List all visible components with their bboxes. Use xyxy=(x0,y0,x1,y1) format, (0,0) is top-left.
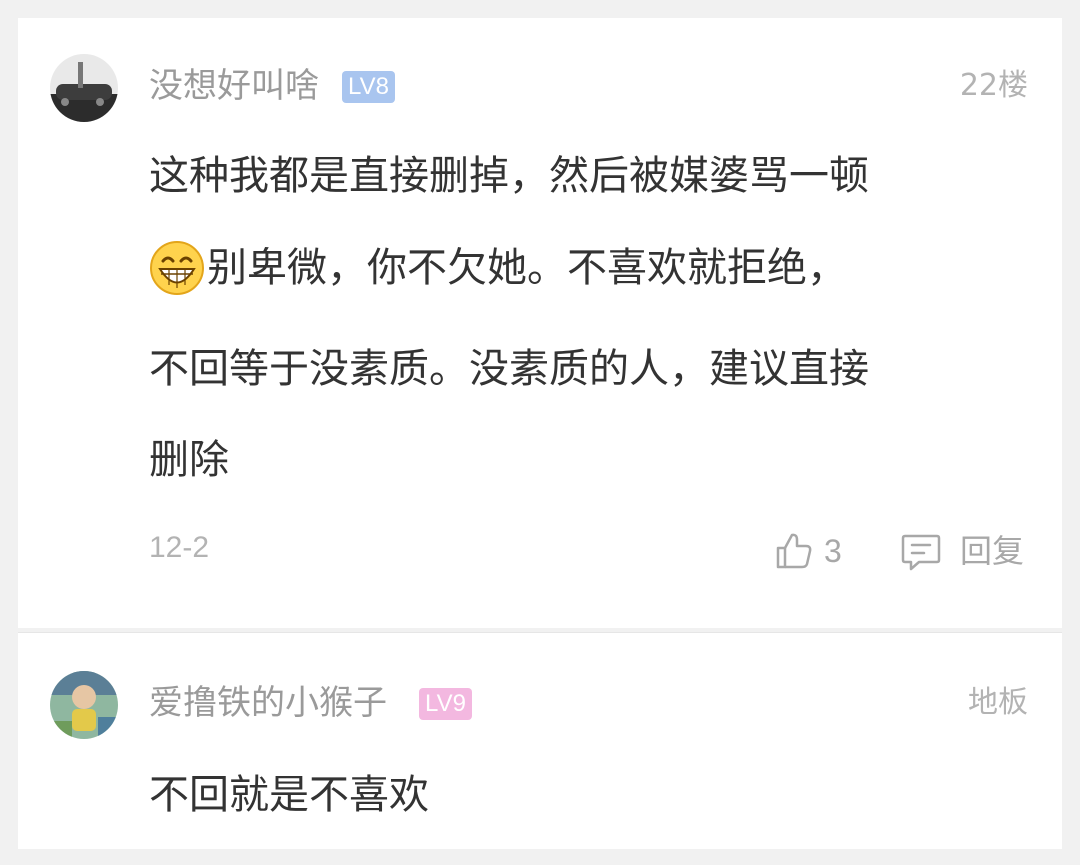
comment-line: 删除 xyxy=(149,435,229,485)
comment-line: 这种我都是直接删掉，然后被媒婆骂一顿 xyxy=(149,151,869,201)
avatar[interactable] xyxy=(50,54,118,122)
like-button[interactable]: 3 xyxy=(774,528,842,574)
username[interactable]: 没想好叫啥 xyxy=(149,66,319,106)
username[interactable]: 爱撸铁的小猴子 xyxy=(149,683,387,723)
grinning-face-icon xyxy=(150,241,204,295)
comment-card: 没想好叫啥 LV8 22楼 这种我都是直接删掉，然后被媒婆骂一顿 别卑微，你不欠… xyxy=(18,18,1062,628)
comment-line: 别卑微，你不欠她。不喜欢就拒绝， xyxy=(149,241,847,295)
comment-bubble-icon xyxy=(901,534,941,571)
comment-card: 爱撸铁的小猴子 LV9 地板 不回就是不喜欢 xyxy=(18,632,1062,849)
floor-number: 22楼 xyxy=(959,68,1028,103)
comment-line: 不回等于没素质。没素质的人，建议直接 xyxy=(149,344,869,394)
level-badge: LV8 xyxy=(342,71,395,103)
comment-text: 不回就是不喜欢 xyxy=(149,772,429,818)
comment-text: 删除 xyxy=(149,437,229,483)
thumbs-up-icon xyxy=(776,533,812,569)
comment-line: 不回就是不喜欢 xyxy=(149,770,429,820)
comment-text: 别卑微，你不欠她。不喜欢就拒绝， xyxy=(207,245,847,291)
reply-label: 回复 xyxy=(960,532,1025,570)
level-badge: LV9 xyxy=(419,688,472,720)
floor-number: 地板 xyxy=(968,685,1028,720)
comment-text: 这种我都是直接删掉，然后被媒婆骂一顿 xyxy=(149,153,869,199)
like-count: 3 xyxy=(824,533,842,569)
comment-date: 12-2 xyxy=(149,531,210,564)
comment-text: 不回等于没素质。没素质的人，建议直接 xyxy=(149,346,869,392)
reply-button[interactable]: 回复 xyxy=(900,528,1024,574)
avatar[interactable] xyxy=(50,671,118,739)
